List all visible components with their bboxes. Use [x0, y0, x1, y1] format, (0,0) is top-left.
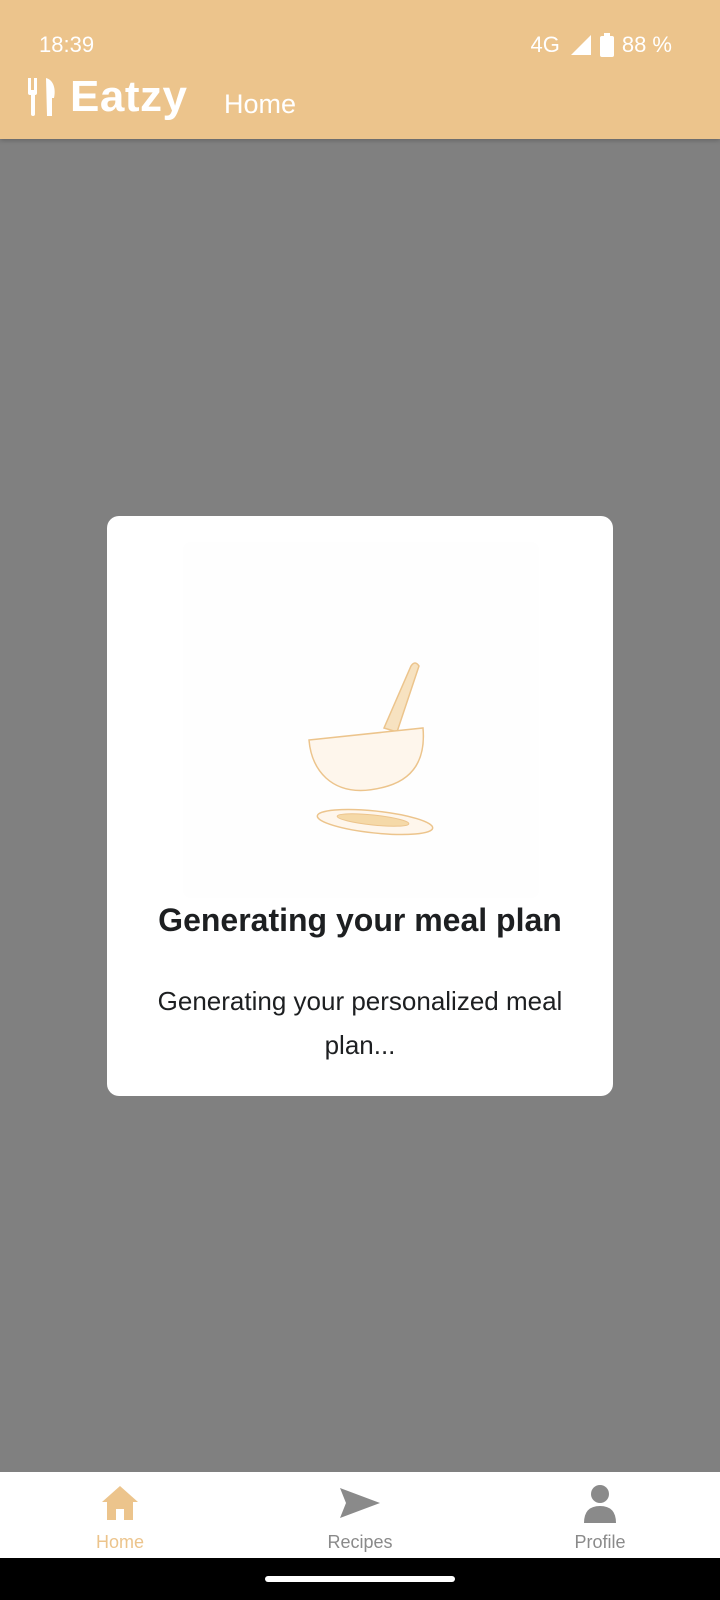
nav-recipes-label: Recipes [327, 1532, 393, 1552]
nav-profile-label: Profile [574, 1532, 626, 1552]
app-name: Eatzy [70, 72, 188, 121]
nav-home[interactable]: Home [0, 1472, 240, 1558]
bottom-navigation: Home Recipes Profile [0, 1472, 720, 1558]
utensils-icon [28, 78, 55, 116]
system-gesture-area [0, 1558, 720, 1600]
app-brand: Eatzy [26, 72, 187, 122]
loading-dialog: Generating your meal plan Generating you… [107, 516, 613, 1096]
page-title: Home [224, 89, 297, 119]
status-indicators: 4G 88 % [530, 32, 672, 58]
battery-level: 88 % [621, 32, 672, 57]
nav-home-label: Home [95, 1532, 144, 1552]
network-type: 4G [530, 32, 560, 57]
bowl-illustration [183, 542, 539, 898]
signal-icon [570, 35, 591, 55]
battery-icon [599, 33, 614, 57]
home-icon [102, 1486, 138, 1520]
nav-profile[interactable]: Profile [480, 1472, 720, 1558]
dialog-title: Generating your meal plan [158, 902, 562, 938]
send-icon [340, 1488, 380, 1518]
bowl-icon [308, 662, 434, 836]
top-app-bar: 18:39 4G 88 % Eatzy Home [0, 0, 720, 139]
status-time: 18:39 [39, 32, 95, 57]
person-icon [584, 1485, 616, 1523]
nav-recipes[interactable]: Recipes [240, 1472, 480, 1558]
gesture-handle[interactable] [265, 1576, 455, 1582]
dialog-message: Generating your personalized meal plan..… [157, 986, 563, 1060]
